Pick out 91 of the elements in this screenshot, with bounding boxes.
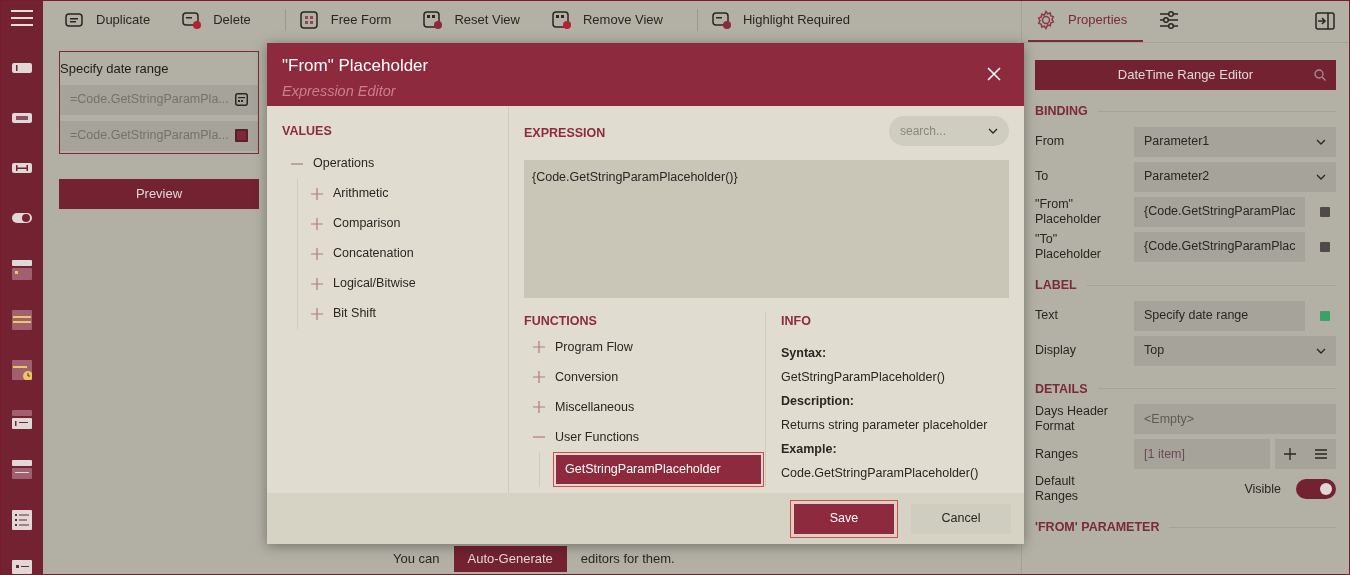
field-label: Text — [1035, 308, 1059, 323]
tree-node[interactable]: Arithmetic — [311, 178, 508, 209]
preview-button[interactable]: Preview — [59, 179, 259, 209]
hint-text: editors for them. — [580, 550, 675, 569]
field-label: Days Header Format — [1035, 404, 1109, 435]
info-label: Description: — [781, 393, 855, 410]
color-swatch[interactable] — [1320, 310, 1330, 321]
close-icon[interactable] — [987, 67, 1001, 81]
section-heading: VALUES — [282, 123, 333, 140]
section-heading: BINDING — [1035, 103, 1088, 120]
text-field[interactable]: {Code.GetStringParamPlac — [1134, 231, 1305, 262]
dialog-subtitle: Expression Editor — [282, 81, 397, 101]
toggle-label: Visible — [1244, 480, 1281, 498]
warning-icon — [711, 11, 732, 29]
add-icon[interactable] — [1284, 448, 1297, 461]
delete-icon — [182, 11, 203, 29]
toolbar-button[interactable]: Highlight Required — [705, 5, 856, 35]
tree-node[interactable]: Logical/Bitwise — [311, 268, 508, 299]
field-label: "To" Placeholder — [1035, 231, 1102, 262]
field-label: Ranges — [1035, 446, 1080, 462]
info-label: Syntax: — [781, 345, 828, 362]
chevron-down-icon — [1316, 347, 1326, 354]
chevron-down-icon — [1316, 138, 1326, 145]
field-label: From — [1035, 134, 1066, 150]
control-label: Specify date range — [60, 60, 170, 78]
select-field[interactable]: Parameter1 — [1134, 126, 1336, 157]
tree-node[interactable]: Comparison — [311, 208, 508, 239]
hint-text: You can — [393, 550, 440, 569]
expand-icon — [533, 401, 545, 413]
color-swatch-icon[interactable] — [235, 129, 248, 142]
field-label: To — [1035, 169, 1050, 185]
panel-tab[interactable]: Properties — [1028, 1, 1144, 42]
toggle-switch[interactable] — [1296, 479, 1336, 500]
text-field[interactable]: {Code.GetStringParamPlac — [1134, 196, 1305, 227]
section-heading: LABEL — [1035, 276, 1077, 294]
toolbar-button[interactable]: Reset View — [417, 5, 526, 35]
expand-icon — [311, 307, 323, 320]
expression-input[interactable]: {Code.GetStringParamPlaceholder()} — [524, 159, 1009, 299]
calendar-icon[interactable] — [235, 93, 248, 106]
tree-node[interactable]: Bit Shift — [311, 298, 508, 329]
function-item[interactable]: GetStringParamPlaceholder — [556, 455, 761, 484]
toolbar-button[interactable]: Duplicate — [59, 5, 157, 35]
field-label: Display — [1035, 343, 1077, 358]
toolbar-button[interactable]: Remove View — [545, 5, 669, 35]
collapse-panel-icon[interactable] — [1315, 12, 1335, 30]
tree-node[interactable]: Conversion — [533, 362, 765, 392]
component-search-bar[interactable]: DateTime Range Editor — [1035, 60, 1336, 90]
expand-icon — [311, 247, 323, 260]
duplicate-icon — [65, 11, 85, 29]
tree-node[interactable]: User Functions — [533, 422, 765, 452]
menu-icon[interactable] — [1314, 449, 1327, 460]
cancel-button[interactable]: Cancel — [911, 503, 1011, 534]
select-field[interactable]: Top — [1134, 335, 1336, 366]
tree-node[interactable]: Operations — [291, 148, 508, 179]
tree-node[interactable]: Concatenation — [311, 238, 508, 269]
toolbar-button[interactable]: Delete — [176, 5, 257, 35]
expand-icon — [311, 277, 323, 290]
section-heading: DETAILS — [1035, 380, 1088, 398]
grid-icon — [299, 11, 320, 29]
select-field[interactable]: Parameter2 — [1134, 161, 1336, 192]
section-heading: FUNCTIONS — [524, 313, 598, 331]
auto-generate-button[interactable]: Auto-Generate — [453, 546, 567, 572]
tree-node[interactable]: Miscellaneous — [533, 392, 765, 422]
section-heading: 'FROM' PARAMETER — [1035, 519, 1160, 537]
toolbar-button[interactable]: Free Form — [293, 5, 398, 35]
field-label: Default Ranges — [1035, 474, 1080, 505]
expand-icon — [533, 371, 545, 383]
dialog-title: "From" Placeholder — [282, 55, 429, 77]
info-text: GetStringParamPlaceholder() — [781, 369, 946, 386]
info-label: Example: — [781, 441, 838, 458]
expand-icon — [311, 187, 323, 200]
gear-icon — [1036, 10, 1056, 30]
chevron-down-icon — [1316, 173, 1326, 180]
reset-view-icon — [423, 11, 444, 29]
save-button[interactable]: Save — [794, 503, 894, 534]
field-label: "From" Placeholder — [1035, 196, 1102, 227]
info-text: Returns string parameter placeholder — [781, 417, 989, 434]
section-heading: INFO — [781, 313, 812, 331]
search-icon[interactable] — [1314, 69, 1326, 81]
chevron-down-icon — [988, 128, 998, 135]
info-text: Code.GetStringParamPlaceholder() — [781, 465, 980, 482]
section-heading: EXPRESSION — [524, 125, 606, 143]
expand-icon — [311, 217, 323, 230]
text-field[interactable]: Specify date range — [1134, 300, 1305, 331]
menu-icon[interactable] — [11, 9, 33, 27]
remove-view-icon — [551, 11, 572, 29]
expand-icon — [533, 341, 545, 353]
sliders-icon — [1159, 10, 1180, 30]
color-swatch[interactable] — [1320, 206, 1330, 217]
color-swatch[interactable] — [1320, 241, 1330, 252]
tree-node[interactable]: Program Flow — [533, 332, 765, 362]
